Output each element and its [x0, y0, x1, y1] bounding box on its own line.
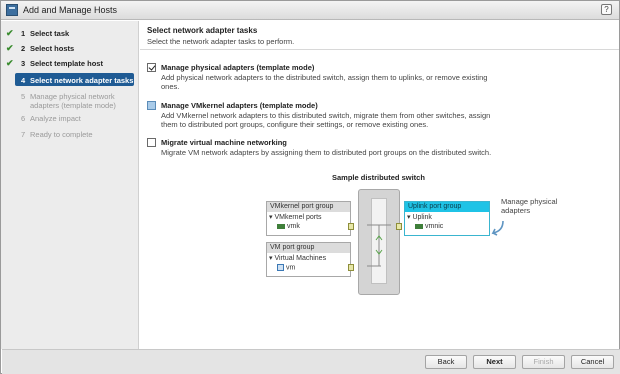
step-select-network-adapter-tasks[interactable]: 4 Select network adapter tasks — [15, 73, 134, 86]
step-number: 4 — [21, 76, 26, 85]
option-description: Migrate VM network adapters by assigning… — [161, 148, 492, 157]
step-number: 7 — [21, 130, 26, 139]
option-title: Manage VMkernel adapters (template mode) — [161, 101, 318, 110]
vmk-item: vmk — [277, 223, 300, 230]
step-analyze-impact: 6 Analyze impact — [1, 113, 139, 124]
step-select-task[interactable]: ✔ 1 Select task — [1, 28, 139, 39]
network-adapter-icon — [415, 223, 423, 229]
dialog-title: Add and Manage Hosts — [23, 5, 118, 15]
step-manage-physical-adapters: 5 Manage physical network adapters (temp… — [1, 91, 139, 111]
distributed-switch-graphic — [358, 189, 400, 295]
step-label: Select network adapter tasks — [30, 76, 134, 85]
network-adapter-icon — [277, 223, 285, 229]
port-group-sub: ▾ VMkernel ports — [269, 214, 322, 221]
step-label: Select template host — [30, 59, 103, 68]
option-title: Manage physical adapters (template mode) — [161, 63, 315, 72]
callout-arrow-icon — [491, 220, 504, 236]
port-group-header: VMkernel port group — [267, 202, 350, 212]
main-content: Select network adapter tasks Select the … — [140, 21, 619, 349]
port-connector — [348, 264, 354, 271]
option-migrate-vm-networking: Migrate virtual machine networking Migra… — [147, 138, 607, 168]
step-label: Manage physical network adapters (templa… — [30, 92, 116, 110]
back-button[interactable]: Back — [425, 355, 467, 369]
vmkernel-port-group: VMkernel port group ▾ VMkernel ports vmk — [266, 201, 351, 236]
step-number: 5 — [21, 92, 26, 101]
cancel-button[interactable]: Cancel — [571, 355, 614, 369]
vmk-label: vmk — [287, 223, 300, 230]
vm-label: vm — [286, 264, 296, 272]
checkmark-icon: ✔ — [6, 28, 14, 38]
checkmark-icon: ✔ — [6, 43, 14, 53]
option-description: Add physical network adapters to the dis… — [161, 73, 488, 91]
port-group-sub: ▾ Virtual Machines — [269, 255, 327, 262]
option-manage-vmkernel-adapters: Manage VMkernel adapters (template mode)… — [147, 101, 607, 131]
step-number: 6 — [21, 114, 26, 123]
port-group-header: Uplink port group — [405, 202, 489, 212]
diagram-title: Sample distributed switch — [332, 173, 425, 182]
step-label: Select task — [30, 29, 70, 38]
wizard-footer: Back Next Finish Cancel — [2, 349, 620, 374]
page-title: Select network adapter tasks — [147, 26, 258, 35]
migrate-vm-networking-checkbox[interactable] — [147, 138, 156, 147]
option-description: Add VMkernel network adapters to this di… — [161, 111, 491, 129]
step-label: Analyze impact — [30, 114, 81, 123]
vmnic-item: vmnic — [415, 223, 443, 230]
vmkernel-adapters-checkbox[interactable] — [147, 101, 156, 110]
port-connector — [396, 223, 402, 230]
switch-connectors — [367, 224, 391, 267]
vm-port-group: VM port group ▾ Virtual Machines vm — [266, 242, 351, 277]
virtual-machine-icon — [277, 264, 284, 271]
page-subtitle: Select the network adapter tasks to perf… — [147, 37, 295, 46]
step-number: 1 — [21, 29, 26, 38]
title-bar: Add and Manage Hosts ? — [1, 1, 619, 20]
help-button[interactable]: ? — [601, 4, 612, 15]
step-select-hosts[interactable]: ✔ 2 Select hosts — [1, 43, 139, 54]
checkmark-icon: ✔ — [6, 58, 14, 68]
app-icon — [6, 4, 18, 16]
finish-button[interactable]: Finish — [522, 355, 565, 369]
physical-adapters-checkbox[interactable] — [147, 63, 156, 72]
vm-item: vm — [277, 264, 295, 271]
step-label: Select hosts — [30, 44, 75, 53]
option-title: Migrate virtual machine networking — [161, 138, 287, 147]
port-group-header: VM port group — [267, 243, 350, 253]
step-number: 3 — [21, 59, 26, 68]
port-connector — [348, 223, 354, 230]
port-group-sub: ▾ Uplink — [407, 214, 432, 221]
step-ready-to-complete: 7 Ready to complete — [1, 129, 139, 140]
next-button[interactable]: Next — [473, 355, 516, 369]
vmnic-label: vmnic — [425, 223, 444, 230]
step-select-template-host[interactable]: ✔ 3 Select template host — [1, 58, 139, 69]
option-manage-physical-adapters: Manage physical adapters (template mode)… — [147, 63, 607, 93]
manage-physical-adapters-callout: Manage physical adapters — [501, 197, 558, 215]
divider — [140, 49, 619, 50]
step-label: Ready to complete — [30, 130, 93, 139]
add-manage-hosts-dialog: Add and Manage Hosts ? ✔ 1 Select task ✔… — [0, 0, 620, 374]
step-number: 2 — [21, 44, 26, 53]
wizard-steps-sidebar: ✔ 1 Select task ✔ 2 Select hosts ✔ 3 Sel… — [1, 21, 139, 349]
uplink-port-group: Uplink port group ▾ Uplink vmnic — [404, 201, 490, 236]
